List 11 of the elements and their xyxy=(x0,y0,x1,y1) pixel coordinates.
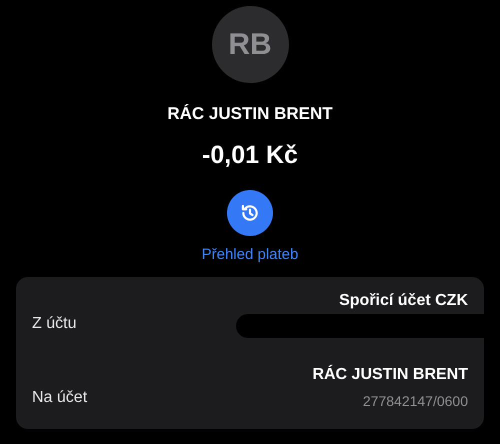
payee-name: RÁC JUSTIN BRENT xyxy=(167,103,333,125)
detail-label: Na účet xyxy=(32,388,88,408)
avatar: RB xyxy=(212,6,288,83)
account-number: 277842147/0600 xyxy=(362,392,468,410)
detail-value: RÁC JUSTIN BRENT xyxy=(312,364,468,384)
history-button[interactable] xyxy=(227,190,273,236)
history-link[interactable]: Přehled plateb xyxy=(202,244,298,266)
history-icon xyxy=(240,203,260,223)
detail-label: Z účtu xyxy=(32,314,76,334)
amount: -0,01 Kč xyxy=(202,140,298,170)
detail-value: Spořicí účet CZK xyxy=(339,290,468,310)
